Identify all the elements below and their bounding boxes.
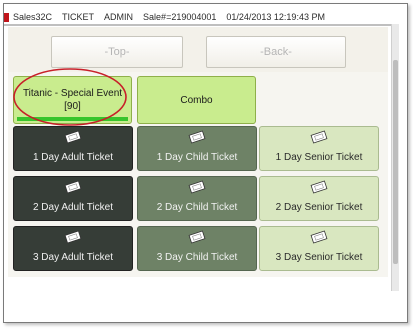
ticket-button[interactable]: 2 Day Adult Ticket bbox=[13, 176, 133, 221]
ticket-button[interactable]: 1 Day Adult Ticket bbox=[13, 126, 133, 171]
ticket-icon bbox=[188, 130, 206, 144]
event-count: [90] bbox=[64, 101, 81, 112]
ticket-label: 2 Day Child Ticket bbox=[156, 202, 238, 213]
event-progress-bar bbox=[17, 117, 128, 121]
ticket-icon bbox=[64, 230, 82, 244]
app-logo-mark bbox=[4, 12, 9, 22]
ticket-button[interactable]: 3 Day Child Ticket bbox=[137, 226, 257, 271]
navigation-bar: -Top- -Back- bbox=[8, 27, 388, 72]
ticket-label: 3 Day Adult Ticket bbox=[32, 252, 114, 263]
ticket-label: 1 Day Senior Ticket bbox=[275, 152, 363, 163]
ticket-icon bbox=[64, 130, 82, 144]
ticket-icon bbox=[310, 180, 328, 194]
ticket-label: 3 Day Child Ticket bbox=[156, 252, 238, 263]
divider bbox=[4, 24, 394, 26]
ticket-button[interactable]: 3 Day Adult Ticket bbox=[13, 226, 133, 271]
user-name: ADMIN bbox=[104, 12, 134, 22]
ticket-icon bbox=[64, 180, 82, 194]
status-bar: Sales32C TICKET ADMIN Sale#=219004001 01… bbox=[4, 9, 388, 25]
ticket-button[interactable]: 2 Day Senior Ticket bbox=[259, 176, 379, 221]
back-button[interactable]: -Back- bbox=[206, 36, 346, 68]
sale-number: Sale#=219004001 bbox=[143, 12, 217, 22]
ticket-label: 1 Day Child Ticket bbox=[156, 152, 238, 163]
ticket-button[interactable]: 1 Day Senior Ticket bbox=[259, 126, 379, 171]
ticket-button[interactable]: 3 Day Senior Ticket bbox=[259, 226, 379, 271]
ticket-label: 1 Day Adult Ticket bbox=[32, 152, 114, 163]
app-name: Sales32C bbox=[13, 12, 53, 22]
ticket-label: 2 Day Senior Ticket bbox=[275, 202, 363, 213]
ticket-icon bbox=[310, 130, 328, 144]
ticket-icon bbox=[310, 230, 328, 244]
top-button[interactable]: -Top- bbox=[51, 36, 183, 68]
event-button-titanic[interactable]: Titanic - Special Event [90] bbox=[13, 76, 132, 124]
combo-button[interactable]: Combo bbox=[137, 76, 256, 124]
event-title: Titanic - Special Event bbox=[22, 88, 123, 99]
ticket-label: 2 Day Adult Ticket bbox=[32, 202, 114, 213]
ticket-button[interactable]: 2 Day Child Ticket bbox=[137, 176, 257, 221]
ticket-button[interactable]: 1 Day Child Ticket bbox=[137, 126, 257, 171]
ticket-label: 3 Day Senior Ticket bbox=[275, 252, 363, 263]
ticket-icon bbox=[188, 180, 206, 194]
ticket-icon bbox=[188, 230, 206, 244]
module-name: TICKET bbox=[62, 12, 95, 22]
scrollbar-thumb[interactable] bbox=[393, 60, 398, 264]
combo-label: Combo bbox=[180, 94, 213, 106]
date-time: 01/24/2013 12:19:43 PM bbox=[226, 12, 325, 22]
scrollbar[interactable] bbox=[391, 24, 399, 291]
